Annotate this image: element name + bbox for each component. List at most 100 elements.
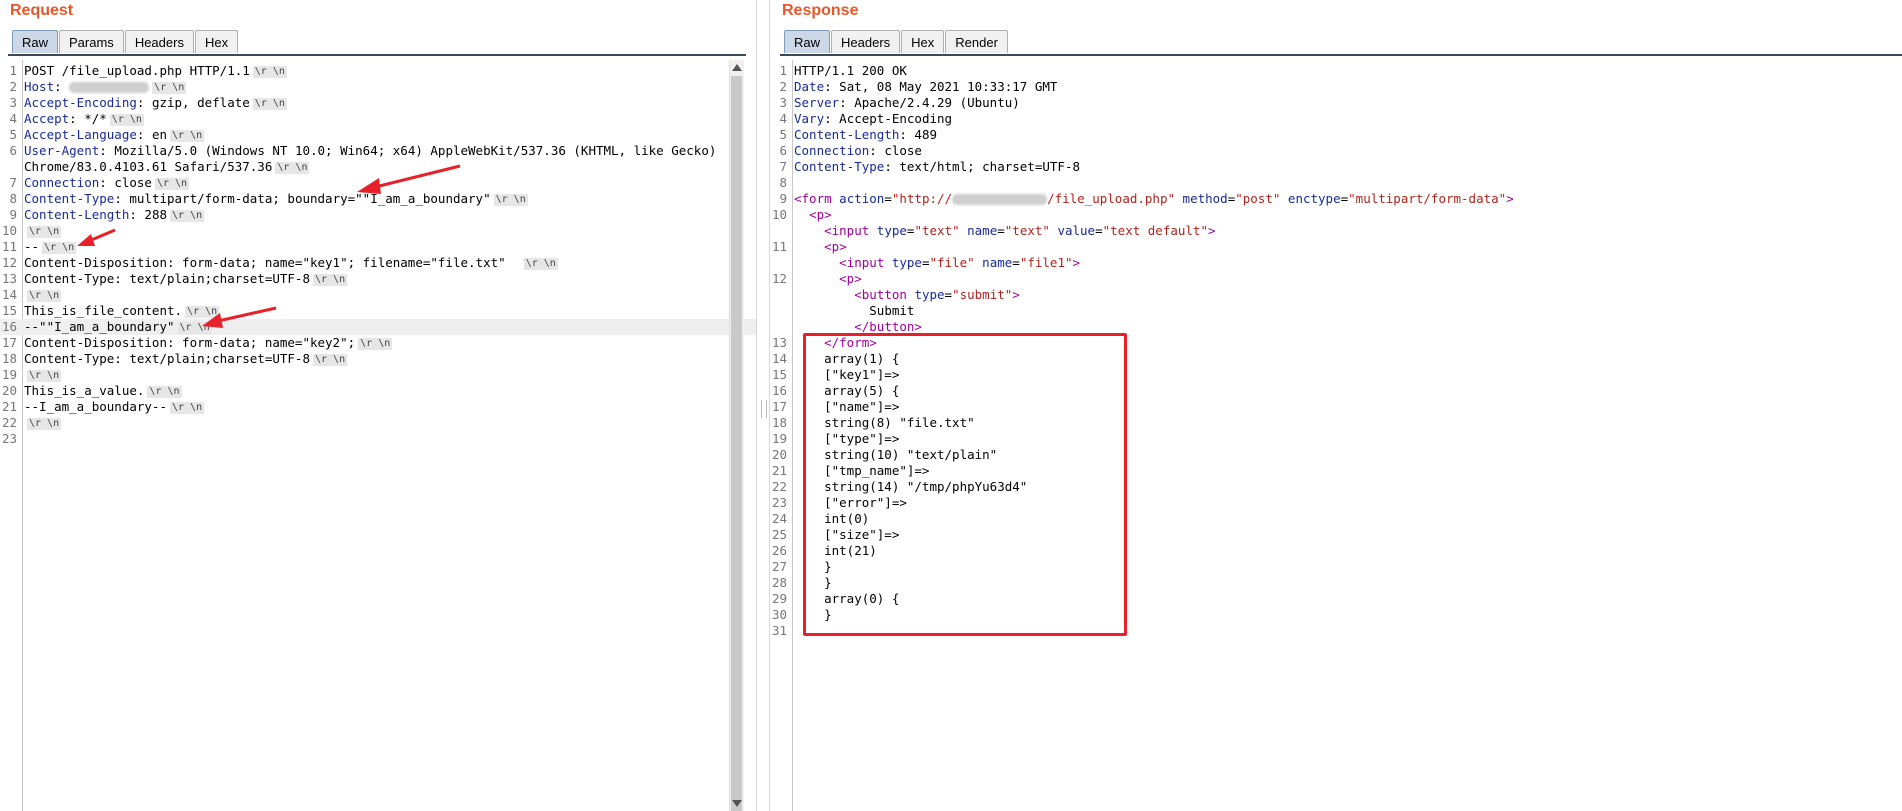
- line-number: 23: [1, 431, 17, 446]
- line-content: Host: \r \n: [24, 79, 187, 94]
- line-number: 11: [1, 239, 17, 254]
- line-text: close: [884, 143, 922, 158]
- line-content: Connection: close: [794, 143, 922, 158]
- line-text: --I_am_a_boundary--: [24, 399, 167, 414]
- code-line: 14 \r \n: [0, 287, 756, 303]
- html-attr-name: method: [1182, 191, 1228, 206]
- line-number: 13: [1, 271, 17, 286]
- line-number: 10: [1, 223, 17, 238]
- code-line: 7 Content-Type: text/html; charset=UTF-8: [770, 159, 1902, 175]
- tab-hex[interactable]: Hex: [901, 30, 945, 53]
- request-panel: Request Raw Params Headers Hex 1 POST /fi…: [0, 0, 756, 811]
- line-number: 11: [771, 239, 787, 254]
- tab-underline: [780, 54, 1902, 56]
- line-text: Content-Disposition: form-data; name="ke…: [24, 335, 356, 350]
- line-content: --I_am_a_boundary-- \r \n: [24, 399, 205, 415]
- code-line: 5 Content-Length: 489: [770, 127, 1902, 143]
- line-number: 19: [1, 367, 17, 382]
- line-text: HTTP/1.1 200 OK: [794, 63, 907, 78]
- line-number: 21: [771, 463, 787, 478]
- splitter-grip-icon[interactable]: [761, 400, 767, 418]
- line-text: This_is_file_content.: [24, 303, 183, 318]
- scroll-up-arrow-icon[interactable]: [732, 64, 742, 71]
- header-name: Host: [24, 79, 55, 94]
- line-number: 20: [1, 383, 17, 398]
- response-tabs: Raw Headers Hex Render: [784, 30, 1009, 54]
- html-attr-value: /file_upload.php": [1047, 191, 1176, 206]
- code-line: 6 Connection: close: [770, 143, 1902, 159]
- tab-raw[interactable]: Raw: [784, 30, 831, 53]
- line-number: 2: [9, 79, 17, 94]
- crlf-marker: \r \n: [147, 385, 182, 398]
- code-line: 9 <form action="http:///file_upload.php" …: [770, 191, 1902, 207]
- html-attr-name: type: [891, 255, 922, 270]
- line-content: <p>: [794, 239, 847, 255]
- line-number: 17: [771, 399, 787, 414]
- tab-render[interactable]: Render: [945, 30, 1008, 53]
- tab-raw[interactable]: Raw: [12, 30, 59, 53]
- code-line: 3 Accept-Encoding: gzip, deflate \r \n: [0, 95, 756, 111]
- code-line: 4 Accept: */* \r \n: [0, 111, 756, 127]
- code-line: 10 <p>: [770, 207, 1902, 223]
- header-name: Content-Length: [24, 207, 130, 222]
- line-number: 15: [1, 303, 17, 318]
- line-text: --""I_am_a_boundary": [24, 319, 175, 334]
- tab-headers[interactable]: Headers: [831, 30, 901, 53]
- html-attr-name: name: [982, 255, 1013, 270]
- line-number: 9: [9, 207, 17, 222]
- scroll-thumb[interactable]: [731, 76, 742, 811]
- tab-underline: [8, 54, 746, 56]
- html-attr-value: "multipart/form-data": [1348, 191, 1507, 206]
- line-number: 4: [9, 111, 17, 126]
- crlf-marker: \r \n: [275, 161, 310, 174]
- line-number: 13: [771, 335, 787, 350]
- html-tag: >: [1207, 223, 1216, 238]
- html-tag: >: [1072, 255, 1081, 270]
- red-arrow-icon: [357, 164, 461, 194]
- line-number: 9: [779, 191, 787, 206]
- html-attr-name: type: [914, 287, 945, 302]
- line-content: \r \n: [24, 367, 62, 383]
- code-line: 2 Date: Sat, 08 May 2021 10:33:17 GMT: [770, 79, 1902, 95]
- line-content: <input type="file" name="file1">: [839, 255, 1081, 270]
- crlf-marker: \r \n: [152, 81, 187, 94]
- html-attr-name: enctype: [1287, 191, 1341, 206]
- line-content: Connection: close \r \n: [24, 175, 190, 190]
- line-number: 10: [771, 207, 787, 222]
- html-attr-value: "text": [1004, 223, 1050, 238]
- code-line: <button type="submit">: [770, 287, 1902, 303]
- crlf-marker: \r \n: [312, 353, 348, 366]
- crlf-marker: \r \n: [27, 417, 62, 430]
- code-line: 19 \r \n: [0, 367, 756, 383]
- line-number: 6: [779, 143, 787, 158]
- tab-params[interactable]: Params: [59, 30, 124, 53]
- code-line: 18 Content-Type: text/plain;charset=UTF-8…: [0, 351, 756, 367]
- html-tag: </button>: [854, 319, 922, 334]
- line-number: 18: [1, 351, 17, 366]
- request-scrollbar[interactable]: [729, 60, 744, 811]
- header-name: Server: [794, 95, 840, 110]
- tab-hex[interactable]: Hex: [194, 30, 239, 53]
- header-name: Accept-Encoding: [24, 95, 137, 110]
- highlight-box: [803, 333, 1127, 636]
- crlf-marker: \r \n: [27, 225, 62, 238]
- split-pane-divider[interactable]: [756, 0, 770, 811]
- html-tag: >: [1506, 191, 1514, 206]
- crlf-marker: \r \n: [252, 65, 287, 78]
- crlf-marker: \r \n: [312, 273, 348, 286]
- line-text: Mozilla/5.0 (Windows NT 10.0; Win64; x64…: [114, 143, 717, 158]
- line-text: text/html; charset=UTF-8: [899, 159, 1080, 174]
- request-title: Request: [10, 2, 74, 19]
- line-content: Content-Length: 489: [794, 127, 937, 142]
- line-number: 26: [771, 543, 787, 558]
- crlf-marker: \r \n: [154, 177, 190, 190]
- crlf-marker: \r \n: [358, 337, 393, 350]
- line-number: 8: [779, 175, 787, 190]
- tab-headers[interactable]: Headers: [124, 30, 194, 53]
- scroll-down-arrow-icon[interactable]: [732, 800, 742, 807]
- line-content: Server: Apache/2.4.29 (Ubuntu): [794, 95, 1020, 110]
- crlf-marker: \r \n: [27, 369, 62, 382]
- crlf-marker: \r \n: [523, 257, 558, 270]
- code-line: Submit: [770, 303, 1902, 319]
- code-line: 21 --I_am_a_boundary-- \r \n: [0, 399, 756, 415]
